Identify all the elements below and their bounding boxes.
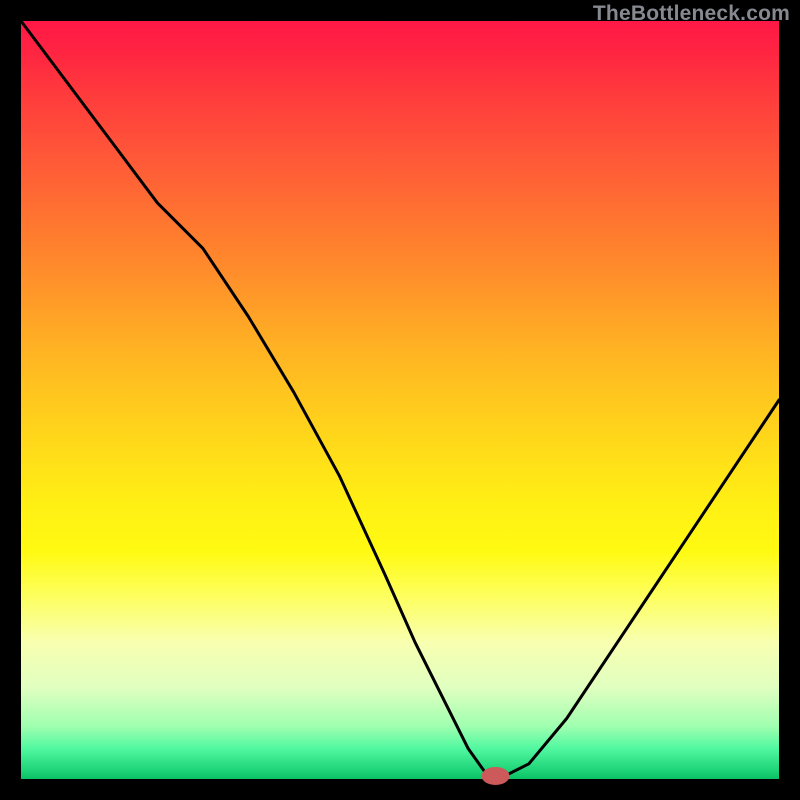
curve-layer [21,21,779,779]
watermark-text: TheBottleneck.com [593,2,790,26]
optimal-point-marker [482,767,510,785]
bottleneck-curve [21,21,779,775]
chart-container: TheBottleneck.com [0,0,800,800]
